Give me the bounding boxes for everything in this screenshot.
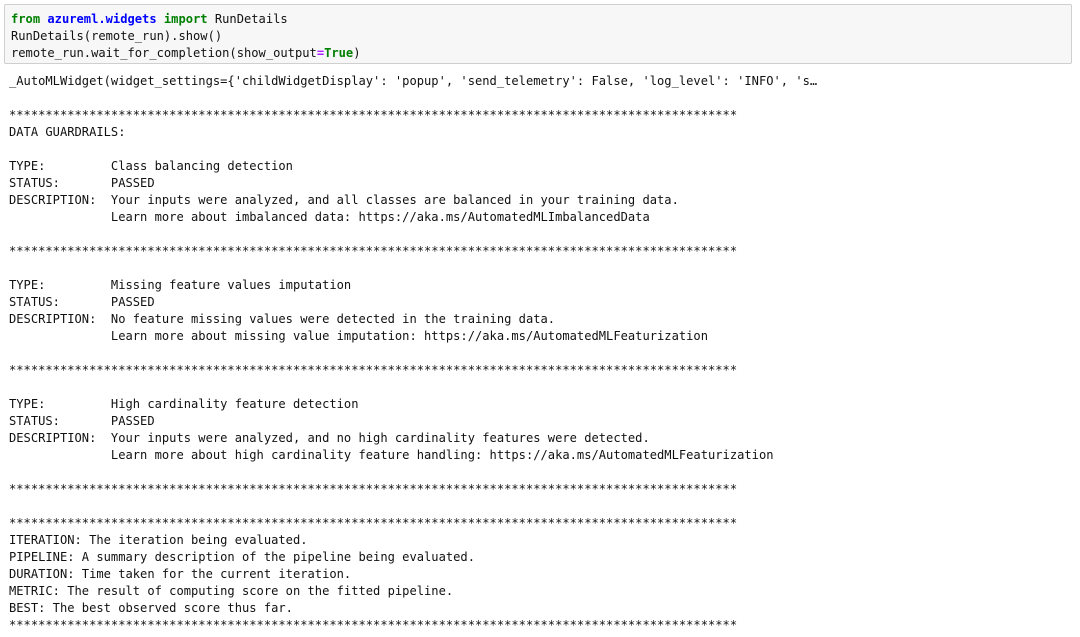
output-line: ****************************************…	[9, 244, 738, 258]
output-line: Learn more about high cardinality featur…	[9, 448, 774, 462]
output-line: ****************************************…	[9, 482, 738, 496]
output-line: Learn more about imbalanced data: https:…	[9, 210, 650, 224]
code-cell-input[interactable]: from azureml.widgets import RunDetails R…	[4, 4, 1072, 64]
output-line: STATUS: PASSED	[9, 176, 155, 190]
output-line: _AutoMLWidget(widget_settings={'childWid…	[9, 74, 818, 88]
code-call: remote_run.wait_for_completion(show_outp…	[11, 46, 317, 60]
imported-name: RunDetails	[214, 12, 288, 26]
output-line: DURATION: Time taken for the current ite…	[9, 567, 352, 581]
output-line: ITERATION: The iteration being evaluated…	[9, 533, 308, 547]
cell-output: _AutoMLWidget(widget_settings={'childWid…	[9, 73, 1074, 634]
code-close-paren: )	[353, 46, 361, 60]
output-line: STATUS: PASSED	[9, 295, 155, 309]
output-line: DESCRIPTION: Your inputs were analyzed, …	[9, 193, 679, 207]
assign-operator: =	[316, 46, 325, 60]
output-line: METRIC: The result of computing score on…	[9, 584, 454, 598]
code-line: remote_run.wait_for_completion(show_outp…	[11, 45, 1065, 62]
keyword-true: True	[324, 46, 354, 60]
output-line: TYPE: Class balancing detection	[9, 159, 293, 173]
output-line: BEST: The best observed score thus far.	[9, 601, 293, 615]
output-line: DESCRIPTION: No feature missing values w…	[9, 312, 556, 326]
output-line: DESCRIPTION: Your inputs were analyzed, …	[9, 431, 650, 445]
output-line: PIPELINE: A summary description of the p…	[9, 550, 475, 564]
output-line: TYPE: Missing feature values imputation	[9, 278, 352, 292]
keyword-import: import	[163, 12, 208, 26]
output-line: ****************************************…	[9, 618, 738, 632]
code-line: from azureml.widgets import RunDetails	[11, 11, 1065, 28]
output-line: TYPE: High cardinality feature detection	[9, 397, 359, 411]
output-line: STATUS: PASSED	[9, 414, 155, 428]
keyword-from: from	[11, 12, 41, 26]
output-line: Learn more about missing value imputatio…	[9, 329, 708, 343]
output-line: ****************************************…	[9, 363, 738, 377]
output-line: DATA GUARDRAILS:	[9, 125, 133, 139]
output-line: ****************************************…	[9, 516, 738, 530]
output-line: ****************************************…	[9, 108, 738, 122]
module-name: azureml.widgets	[47, 12, 157, 26]
code-line: RunDetails(remote_run).show()	[11, 29, 223, 43]
